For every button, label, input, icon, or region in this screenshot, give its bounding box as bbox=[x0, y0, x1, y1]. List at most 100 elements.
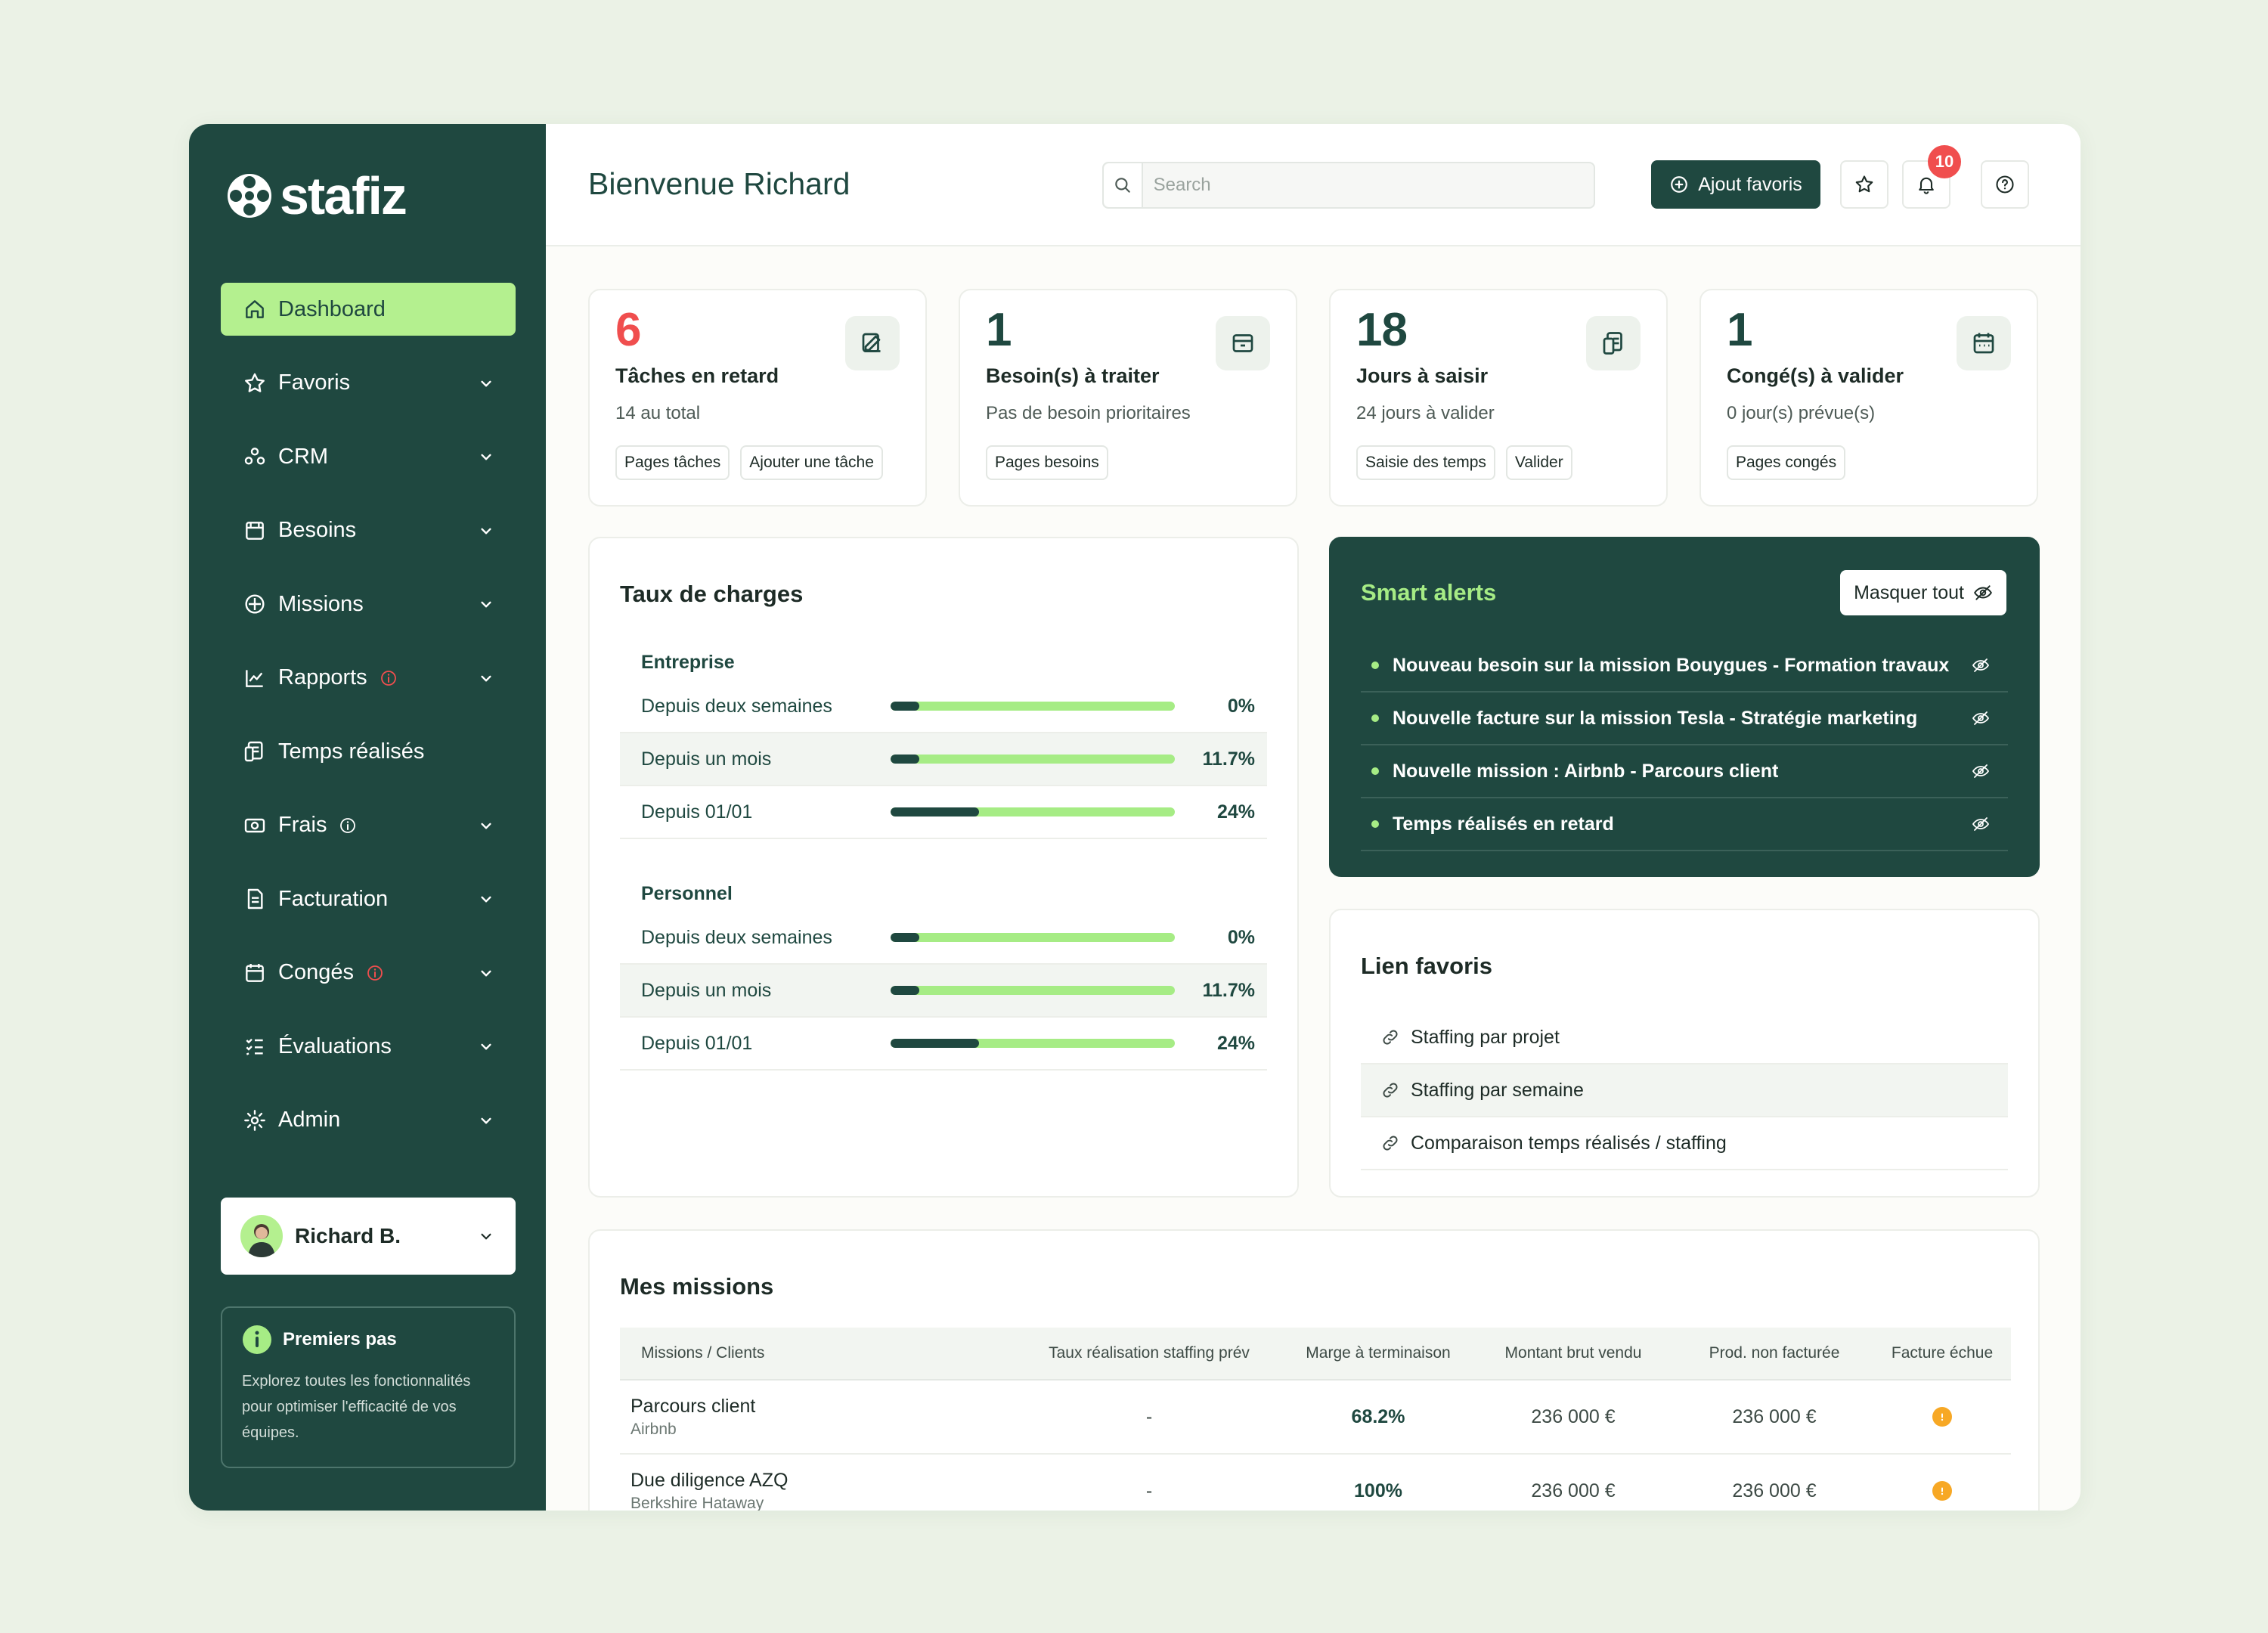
mission-name[interactable]: Due diligence AZQ bbox=[631, 1470, 1013, 1492]
column-header[interactable]: Taux réalisation staffing prév bbox=[1013, 1344, 1285, 1362]
archive-icon[interactable] bbox=[1216, 316, 1270, 370]
clock-receipt-icon bbox=[242, 739, 268, 764]
link-icon bbox=[1383, 1136, 1398, 1151]
calendar-icon bbox=[242, 960, 268, 986]
star-icon bbox=[242, 370, 268, 396]
workload-row: Depuis un mois 11.7% bbox=[620, 733, 1267, 786]
workload-progress-bar bbox=[891, 933, 1175, 942]
workload-row: Depuis 01/01 24% bbox=[620, 786, 1267, 839]
alert-item[interactable]: Nouveau besoin sur la mission Bouygues -… bbox=[1361, 640, 2008, 693]
add-favorite-button[interactable]: Ajout favoris bbox=[1651, 160, 1820, 209]
calendar-icon[interactable] bbox=[1957, 316, 2011, 370]
chevron-down-icon[interactable] bbox=[476, 373, 496, 393]
alert-text: Nouvelle facture sur la mission Tesla - … bbox=[1393, 707, 1918, 729]
logo-text: stafiz bbox=[280, 166, 407, 225]
sidebar-item-facturation[interactable]: Facturation bbox=[221, 872, 516, 925]
chevron-down-icon[interactable] bbox=[476, 447, 496, 466]
sidebar-item-label: Dashboard bbox=[278, 296, 386, 321]
alert-item[interactable]: Nouvelle mission : Airbnb - Parcours cli… bbox=[1361, 745, 2008, 798]
missions-title: Mes missions bbox=[620, 1273, 774, 1300]
column-header[interactable]: Facture échue bbox=[1873, 1343, 2011, 1364]
stafiz-logo[interactable]: stafiz bbox=[225, 166, 407, 225]
hide-all-button[interactable]: Masquer tout bbox=[1840, 570, 2006, 615]
favorites-button[interactable] bbox=[1840, 160, 1888, 209]
sidebar: stafiz Dashboard Favoris CRM Besoins Mission… bbox=[189, 124, 546, 1511]
sidebar-item-favoris[interactable]: Favoris bbox=[221, 357, 516, 410]
favorite-link[interactable]: Comparaison temps réalisés / staffing bbox=[1361, 1117, 2008, 1170]
bullet-dot bbox=[1371, 662, 1379, 669]
money-icon bbox=[242, 813, 268, 838]
smart-alerts-card: Smart alerts Masquer tout Nouveau besoin… bbox=[1329, 537, 2040, 877]
chevron-down-icon[interactable] bbox=[476, 1037, 496, 1056]
workload-group-title: Entreprise bbox=[641, 652, 735, 673]
sidebar-item-frais[interactable]: Frais bbox=[221, 799, 516, 852]
stat-action-button[interactable]: Pages congés bbox=[1727, 445, 1846, 480]
star-icon bbox=[1855, 175, 1873, 193]
chevron-down-icon[interactable] bbox=[476, 1111, 496, 1130]
stat-subtitle: Pas de besoin prioritaires bbox=[986, 403, 1191, 423]
timesheet-icon[interactable] bbox=[1586, 316, 1641, 370]
column-header[interactable]: Missions / Clients bbox=[620, 1344, 1013, 1362]
user-name: Richard B. bbox=[295, 1224, 401, 1247]
sidebar-item-label: Frais bbox=[278, 813, 327, 837]
user-menu[interactable]: Richard B. bbox=[221, 1198, 516, 1275]
table-row[interactable]: Due diligence AZQ Berkshire Hataway - 100% 2… bbox=[620, 1455, 2011, 1511]
chevron-down-icon[interactable] bbox=[476, 816, 496, 835]
workload-period: Depuis deux semaines bbox=[641, 695, 832, 717]
workload-progress-fill bbox=[891, 933, 919, 942]
chevron-down-icon[interactable] bbox=[476, 521, 496, 541]
chevron-down-icon[interactable] bbox=[476, 963, 496, 983]
help-button[interactable] bbox=[1981, 160, 2029, 209]
stat-action-button[interactable]: Pages besoins bbox=[986, 445, 1108, 480]
sidebar-item--valuations[interactable]: Évaluations bbox=[221, 1020, 516, 1073]
stat-card: 1 Besoin(s) à traiter Pas de besoin priori… bbox=[959, 289, 1297, 507]
sidebar-item-admin[interactable]: Admin bbox=[221, 1094, 516, 1147]
column-header[interactable]: Marge à terminaison bbox=[1285, 1344, 1471, 1362]
column-header[interactable]: Prod. non facturée bbox=[1675, 1344, 1873, 1362]
stat-action-button[interactable]: Valider bbox=[1505, 445, 1572, 480]
unbilled-production: 236 000 € bbox=[1732, 1480, 1817, 1501]
sidebar-item-missions[interactable]: Missions bbox=[221, 578, 516, 631]
workload-row: Depuis deux semaines 0% bbox=[620, 912, 1267, 965]
sidebar-item-cong-s[interactable]: Congés bbox=[221, 947, 516, 999]
alert-text: Nouvelle mission : Airbnb - Parcours cli… bbox=[1393, 760, 1779, 782]
eye-off-icon[interactable] bbox=[1972, 815, 1990, 833]
alert-item[interactable]: Temps réalisés en retard bbox=[1361, 798, 2008, 851]
overdue-invoice-icon[interactable] bbox=[1932, 1407, 1952, 1427]
missions-card: Mes missions Missions / Clients Taux réa… bbox=[588, 1229, 2040, 1511]
eye-off-icon[interactable] bbox=[1972, 762, 1990, 780]
favorite-link[interactable]: Staffing par projet bbox=[1361, 1012, 2008, 1064]
overdue-invoice-icon[interactable] bbox=[1932, 1481, 1952, 1501]
mission-client: Berkshire Hataway bbox=[631, 1494, 764, 1511]
checklist-icon bbox=[242, 1033, 268, 1059]
chevron-down-icon[interactable] bbox=[476, 668, 496, 688]
column-header[interactable]: Montant brut vendu bbox=[1471, 1344, 1675, 1362]
favorite-link[interactable]: Staffing par semaine bbox=[1361, 1064, 2008, 1117]
staffing-rate: - bbox=[1145, 1480, 1153, 1501]
alert-item[interactable]: Nouvelle facture sur la mission Tesla - … bbox=[1361, 693, 2008, 745]
eye-off-icon[interactable] bbox=[1972, 656, 1990, 674]
favorite-link-label: Staffing par projet bbox=[1411, 1026, 1560, 1048]
sidebar-item-besoins[interactable]: Besoins bbox=[221, 504, 516, 557]
stat-action-button[interactable]: Saisie des temps bbox=[1356, 445, 1495, 480]
sidebar-item-dashboard[interactable]: Dashboard bbox=[221, 283, 516, 336]
eye-off-icon[interactable] bbox=[1972, 709, 1990, 727]
chevron-down-icon[interactable] bbox=[476, 889, 496, 909]
chevron-down-icon[interactable] bbox=[476, 594, 496, 614]
sidebar-item-label: Missions bbox=[278, 591, 364, 616]
workload-progress-bar bbox=[891, 986, 1175, 995]
sidebar-item-temps-r-alis-s[interactable]: Temps réalisés bbox=[221, 725, 516, 778]
stat-action-button[interactable]: Pages tâches bbox=[615, 445, 730, 480]
sidebar-item-crm[interactable]: CRM bbox=[221, 430, 516, 483]
edit-icon[interactable] bbox=[845, 316, 900, 370]
link-icon bbox=[1383, 1030, 1398, 1045]
workload-period: Depuis 01/01 bbox=[641, 801, 753, 823]
search-input[interactable] bbox=[1142, 175, 1594, 196]
sidebar-item-label: Besoins bbox=[278, 518, 357, 542]
table-row[interactable]: Parcours client Airbnb - 68.2% 236 000 € 236 … bbox=[620, 1380, 2011, 1455]
stat-action-button[interactable]: Ajouter une tâche bbox=[740, 445, 883, 480]
workload-period: Depuis 01/01 bbox=[641, 1032, 753, 1054]
workload-card: Taux de charges Entreprise Depuis deux se… bbox=[588, 537, 1299, 1198]
mission-name[interactable]: Parcours client bbox=[631, 1396, 1013, 1418]
sidebar-item-rapports[interactable]: Rapports bbox=[221, 652, 516, 705]
